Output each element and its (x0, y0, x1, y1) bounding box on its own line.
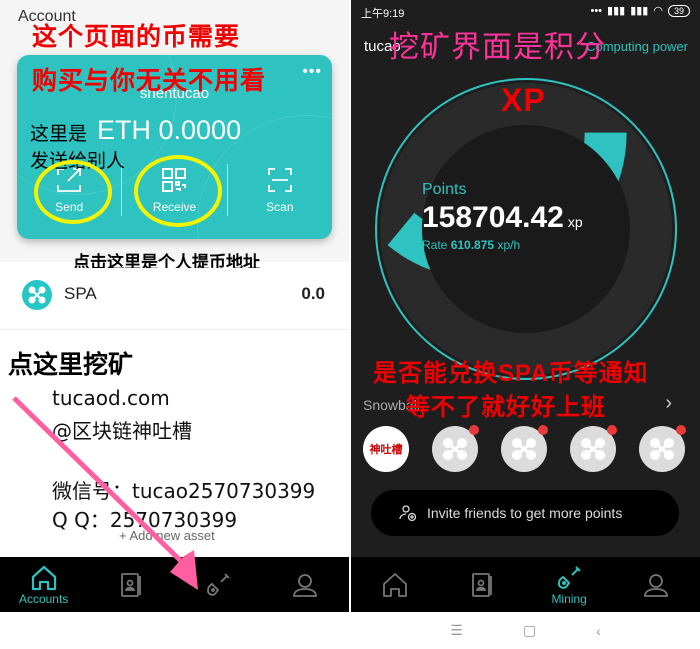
notification-dot (676, 425, 686, 435)
points-label: Points (422, 181, 467, 198)
points-unit: xp (567, 214, 583, 230)
menu-icon[interactable]: ☰ (450, 622, 463, 639)
tab-accounts[interactable] (351, 557, 438, 612)
mining-screen: 上午9:19 ••• ▮▮▮ ▮▮▮ ◠ 39 tucao Computing … (351, 0, 700, 649)
user-icon (644, 573, 669, 597)
rate-line: Rate 610.875 xp/h (422, 238, 520, 252)
annotation-spa-line1: 是否能兑换SPA币等通知 (373, 360, 649, 387)
notification-dot (538, 425, 548, 435)
more-icon[interactable]: ••• (302, 63, 322, 81)
snowball-item[interactable]: 神吐槽 (363, 426, 409, 472)
status-time: 上午9:19 (361, 8, 405, 20)
rate-label: Rate (422, 238, 448, 252)
rate-value: 610.875 (450, 238, 495, 252)
snowball-first-label: 神吐槽 (369, 444, 403, 456)
battery-icon: 39 (667, 4, 690, 17)
system-nav-bar: ☰ ▢ ‹ (351, 612, 700, 649)
snowball-item[interactable] (639, 425, 686, 472)
annotation-xp: XP (501, 82, 546, 118)
annotation-top-line1: 这个页面的币需要 (32, 23, 241, 51)
asset-value: 0.0 (301, 284, 325, 303)
snowball-item[interactable] (501, 425, 548, 472)
contacts-icon (471, 572, 492, 597)
asset-name: SPA (64, 284, 97, 303)
back-icon[interactable]: ‹ (596, 623, 601, 639)
highlight-ring-send (34, 160, 112, 224)
status-bar: 上午9:19 ••• ▮▮▮ ▮▮▮ ◠ 39 (351, 0, 700, 24)
highlight-ring-receive (134, 155, 222, 227)
bottom-tab-bar: Mining (351, 557, 700, 612)
asset-row-spa[interactable]: SPA 0.0 (0, 268, 349, 330)
snowball-list: 神吐槽 (363, 425, 693, 472)
tab-mining-label: Mining (551, 591, 587, 606)
scan-button[interactable]: Scan (228, 160, 332, 220)
annotation-mining: 点这里挖矿 (8, 351, 134, 379)
tab-contacts[interactable] (438, 557, 525, 612)
spa-token-icon (22, 280, 52, 310)
screenshot-root: Account ••• shentucao ETH 0.0000 Send Re… (0, 0, 700, 649)
eth-balance: ETH 0.0000 (97, 115, 242, 145)
points-value: 158704.42 (422, 201, 564, 234)
add-user-icon (399, 505, 417, 522)
home-icon (382, 572, 407, 597)
home-button-icon[interactable]: ▢ (523, 622, 536, 639)
scan-label: Scan (266, 200, 294, 214)
shovel-icon (558, 565, 581, 589)
tab-mining[interactable]: Mining (526, 557, 613, 612)
rate-unit: xp/h (497, 238, 521, 252)
annotation-mining-title: 挖矿界面是积分 (389, 31, 606, 64)
annotation-balance-prefix: 这里是 (30, 124, 88, 145)
signal-icon: ▮▮▮ (607, 5, 626, 17)
chevron-right-icon[interactable]: › (665, 392, 672, 415)
scan-icon (267, 168, 292, 192)
status-icons: ••• ▮▮▮ ▮▮▮ ◠ 39 (590, 4, 690, 17)
more-notifications-icon: ••• (590, 4, 603, 17)
annotation-top-line2: 购买与你无关不用看 (32, 67, 267, 95)
wifi-icon: ◠ (653, 5, 663, 17)
annotation-spa-line2: 等不了就好好上班 (406, 394, 606, 421)
snowball-item[interactable] (432, 425, 479, 472)
annotation-arrow (12, 396, 198, 590)
invite-friends-button[interactable]: Invite friends to get more points (371, 490, 679, 536)
snowball-item[interactable] (570, 425, 617, 472)
notification-dot (469, 425, 479, 435)
tab-profile[interactable] (613, 557, 700, 612)
invite-label: Invite friends to get more points (427, 505, 623, 521)
accounts-screen: Account ••• shentucao ETH 0.0000 Send Re… (0, 0, 349, 649)
notification-dot (607, 425, 617, 435)
signal-icon: ▮▮▮ (630, 5, 649, 17)
points-value-wrap: 158704.42 xp (422, 201, 583, 235)
